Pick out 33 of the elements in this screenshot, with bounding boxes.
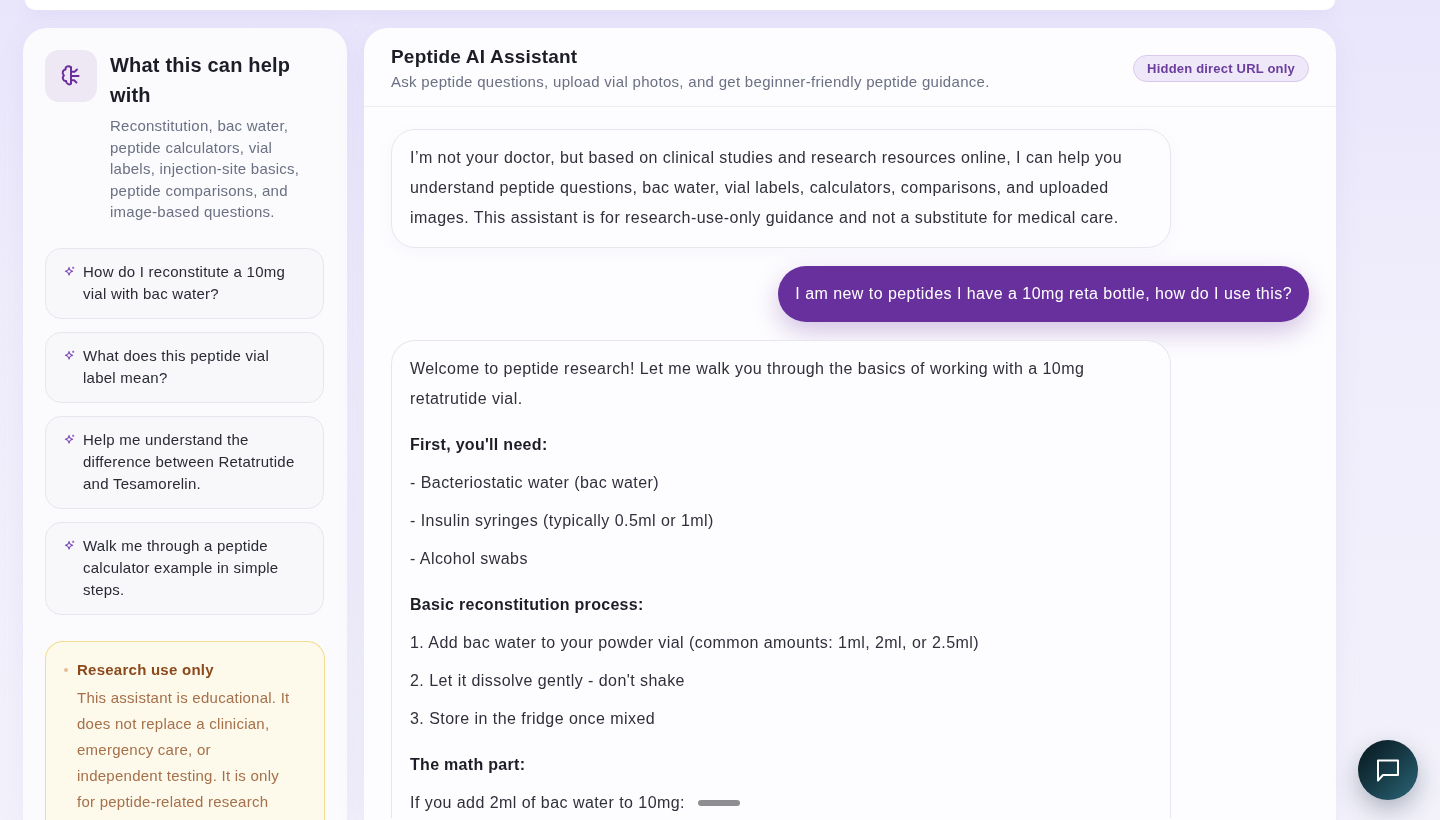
message-text: - Bacteriostatic water (bac water) bbox=[410, 473, 660, 493]
suggestion-button[interactable]: What does this peptide vial label mean? bbox=[45, 331, 324, 403]
message-text: Welcome to peptide research! Let me walk you through the basics of working with a 10mg retatrutide vial. bbox=[410, 359, 1086, 409]
scrollbar-thumb[interactable] bbox=[698, 800, 740, 806]
sparkle-icon bbox=[64, 265, 75, 277]
message-text: 3. Store in the fridge once mixed bbox=[410, 709, 656, 729]
message-text: If you add 2ml of bac water to 10mg: bbox=[410, 793, 685, 813]
message-heading: First, you'll need: bbox=[410, 435, 548, 455]
brain-icon bbox=[45, 50, 97, 102]
panel-title: What this can help with bbox=[110, 53, 292, 108]
chat-subtitle: Ask peptide questions, upload vial photos, and get beginner-friendly peptide guidance. bbox=[391, 72, 990, 92]
message-text: I’m not your doctor, but based on clinical studies and research resources online, I can help you understand peptide questions, bac water, vial labels, calculators, comparisons, and uploaded images. This assistant is for research-use-only guidance and not a substitute for medical care. bbox=[410, 148, 1124, 228]
message-heading: The math part: bbox=[410, 755, 526, 775]
chat-button[interactable] bbox=[1358, 740, 1418, 800]
message-heading: Basic reconstitution process: bbox=[410, 595, 644, 615]
notice-title: Research use only bbox=[77, 659, 215, 680]
sparkle-icon bbox=[64, 349, 75, 361]
suggestion-button[interactable]: Walk me through a peptide calculator example in simple steps. bbox=[45, 521, 324, 615]
sparkle-icon bbox=[64, 539, 75, 551]
suggestion-button[interactable]: How do I reconstitute a 10mg vial with bac water? bbox=[45, 247, 324, 319]
suggestion-button[interactable]: Help me understand the difference between Retatrutide and Tesamorelin. bbox=[45, 415, 324, 509]
user-message: I am new to peptides I have a 10mg reta bottle, how do I use this? bbox=[778, 266, 1309, 322]
message-text: 1. Add bac water to your powder vial (common amounts: 1ml, 2ml, or 2.5ml) bbox=[410, 633, 980, 653]
chat-title: Peptide AI Assistant bbox=[391, 45, 579, 69]
panel-description: Reconstitution, bac water, peptide calculators, vial labels, injection-site basics, peptide comparisons, and image-based questions. bbox=[110, 116, 301, 222]
chat-bubble-icon bbox=[1376, 758, 1400, 782]
message-text: - Alcohol swabs bbox=[410, 549, 528, 569]
dot-icon bbox=[64, 667, 68, 672]
access-badge: Hidden direct URL only bbox=[1133, 55, 1309, 82]
message-text: - Insulin syringes (typically 0.5ml or 1ml) bbox=[410, 511, 714, 531]
notice-text: This assistant is educational. It does not replace a clinician, emergency care, or independent testing. It is only for peptide-related research bbox=[77, 687, 291, 812]
message-text: 2. Let it dissolve gently - don't shake bbox=[410, 671, 685, 691]
sparkle-icon bbox=[64, 433, 75, 445]
